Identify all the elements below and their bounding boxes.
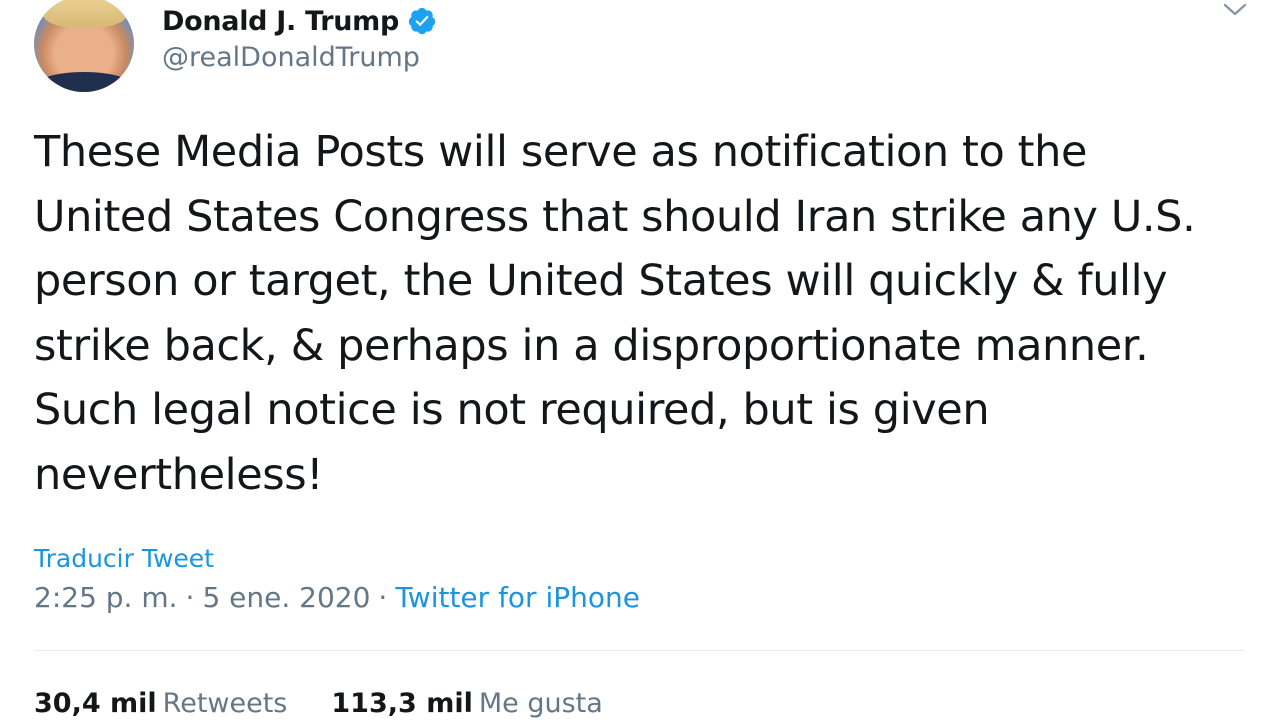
tweet-date[interactable]: 5 ene. 2020	[202, 581, 370, 614]
meta-separator: ·	[185, 581, 195, 614]
avatar-suit	[34, 72, 134, 92]
avatar-hair	[42, 0, 128, 28]
author-handle[interactable]: @realDonaldTrump	[162, 42, 420, 73]
tweet-card: Donald J. Trump @realDonaldTrump These M…	[0, 0, 1280, 720]
retweets-stat[interactable]: 30,4 mil Retweets	[34, 688, 287, 719]
likes-count: 113,3 mil	[331, 688, 473, 719]
tweet-metadata: 2:25 p. m. · 5 ene. 2020 · Twitter for i…	[34, 581, 640, 614]
tweet-source-link[interactable]: Twitter for iPhone	[395, 581, 640, 614]
retweets-label: Retweets	[162, 688, 288, 719]
engagement-stats: 30,4 mil Retweets 113,3 mil Me gusta	[34, 688, 647, 719]
verified-badge-icon	[407, 6, 437, 36]
author-name-row[interactable]: Donald J. Trump	[162, 4, 437, 38]
chevron-down-icon	[1222, 2, 1248, 22]
author-display-name[interactable]: Donald J. Trump	[162, 6, 399, 37]
translate-tweet-link[interactable]: Traducir Tweet	[34, 544, 214, 573]
retweets-count: 30,4 mil	[34, 688, 157, 719]
likes-stat[interactable]: 113,3 mil Me gusta	[331, 688, 602, 719]
more-options-button[interactable]	[1218, 0, 1252, 24]
tweet-time[interactable]: 2:25 p. m.	[34, 581, 178, 614]
avatar[interactable]	[34, 0, 134, 92]
divider	[34, 650, 1244, 651]
meta-separator: ·	[378, 581, 388, 614]
tweet-text: These Media Posts will serve as notifica…	[34, 127, 1196, 500]
likes-label: Me gusta	[478, 688, 603, 719]
